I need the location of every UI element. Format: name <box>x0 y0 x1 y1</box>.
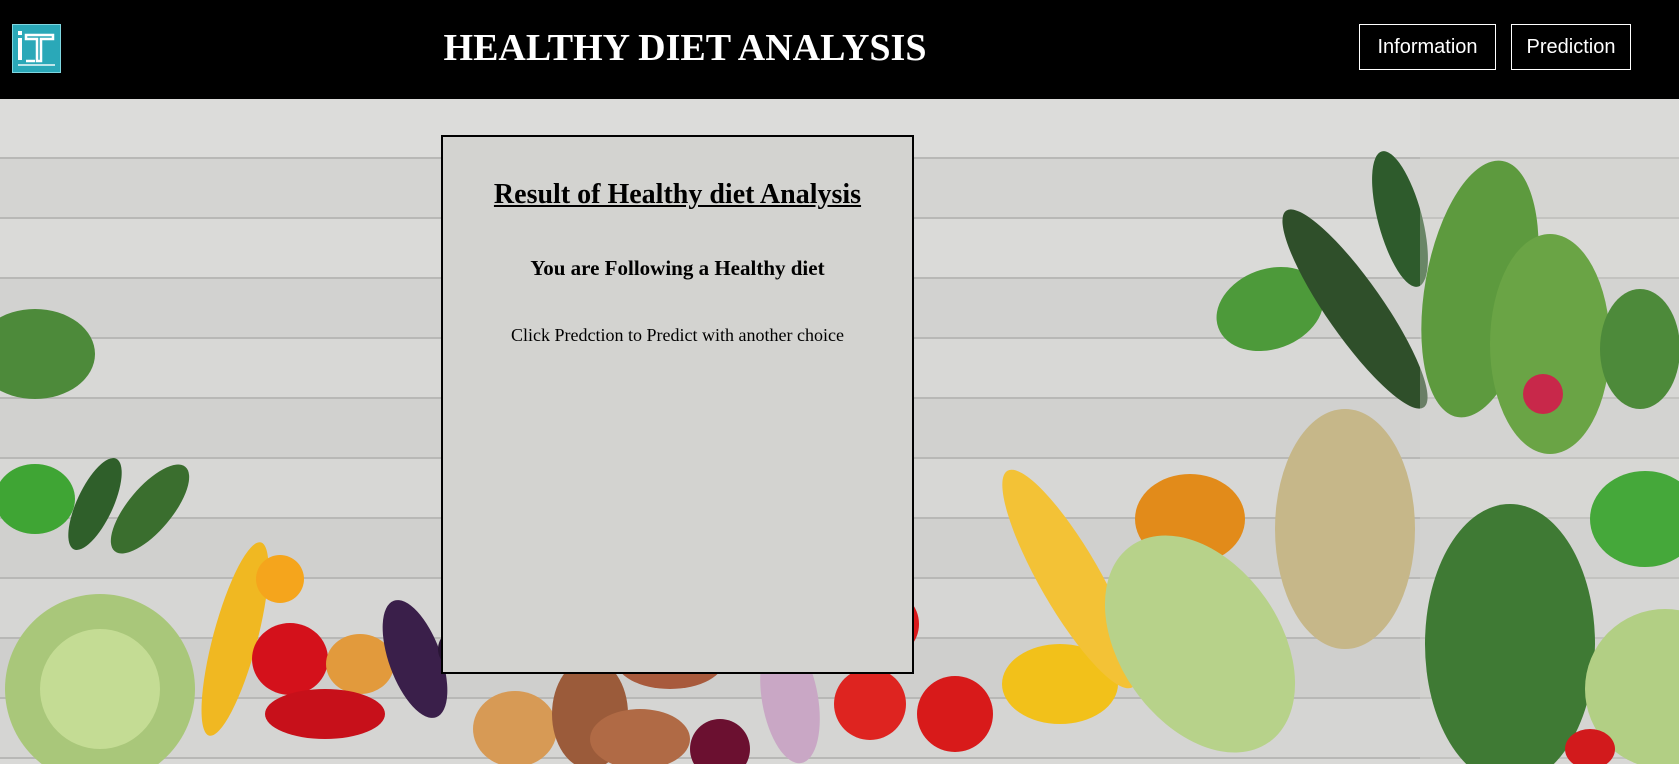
hint-text: Click Predction to Predict with another … <box>511 325 844 345</box>
result-panel: Result of Healthy diet Analysis You are … <box>441 135 914 674</box>
result-heading: Result of Healthy diet Analysis <box>493 179 862 210</box>
page-title: HEALTHY DIET ANALYSIS <box>443 27 927 69</box>
ict-academy-logo-icon[interactable] <box>12 24 61 73</box>
information-button[interactable]: Information <box>1359 24 1496 70</box>
result-text: You are Following a Healthy diet <box>530 256 825 280</box>
top-header: HEALTHY DIET ANALYSIS Information Predic… <box>0 0 1679 99</box>
prediction-button[interactable]: Prediction <box>1511 24 1631 70</box>
